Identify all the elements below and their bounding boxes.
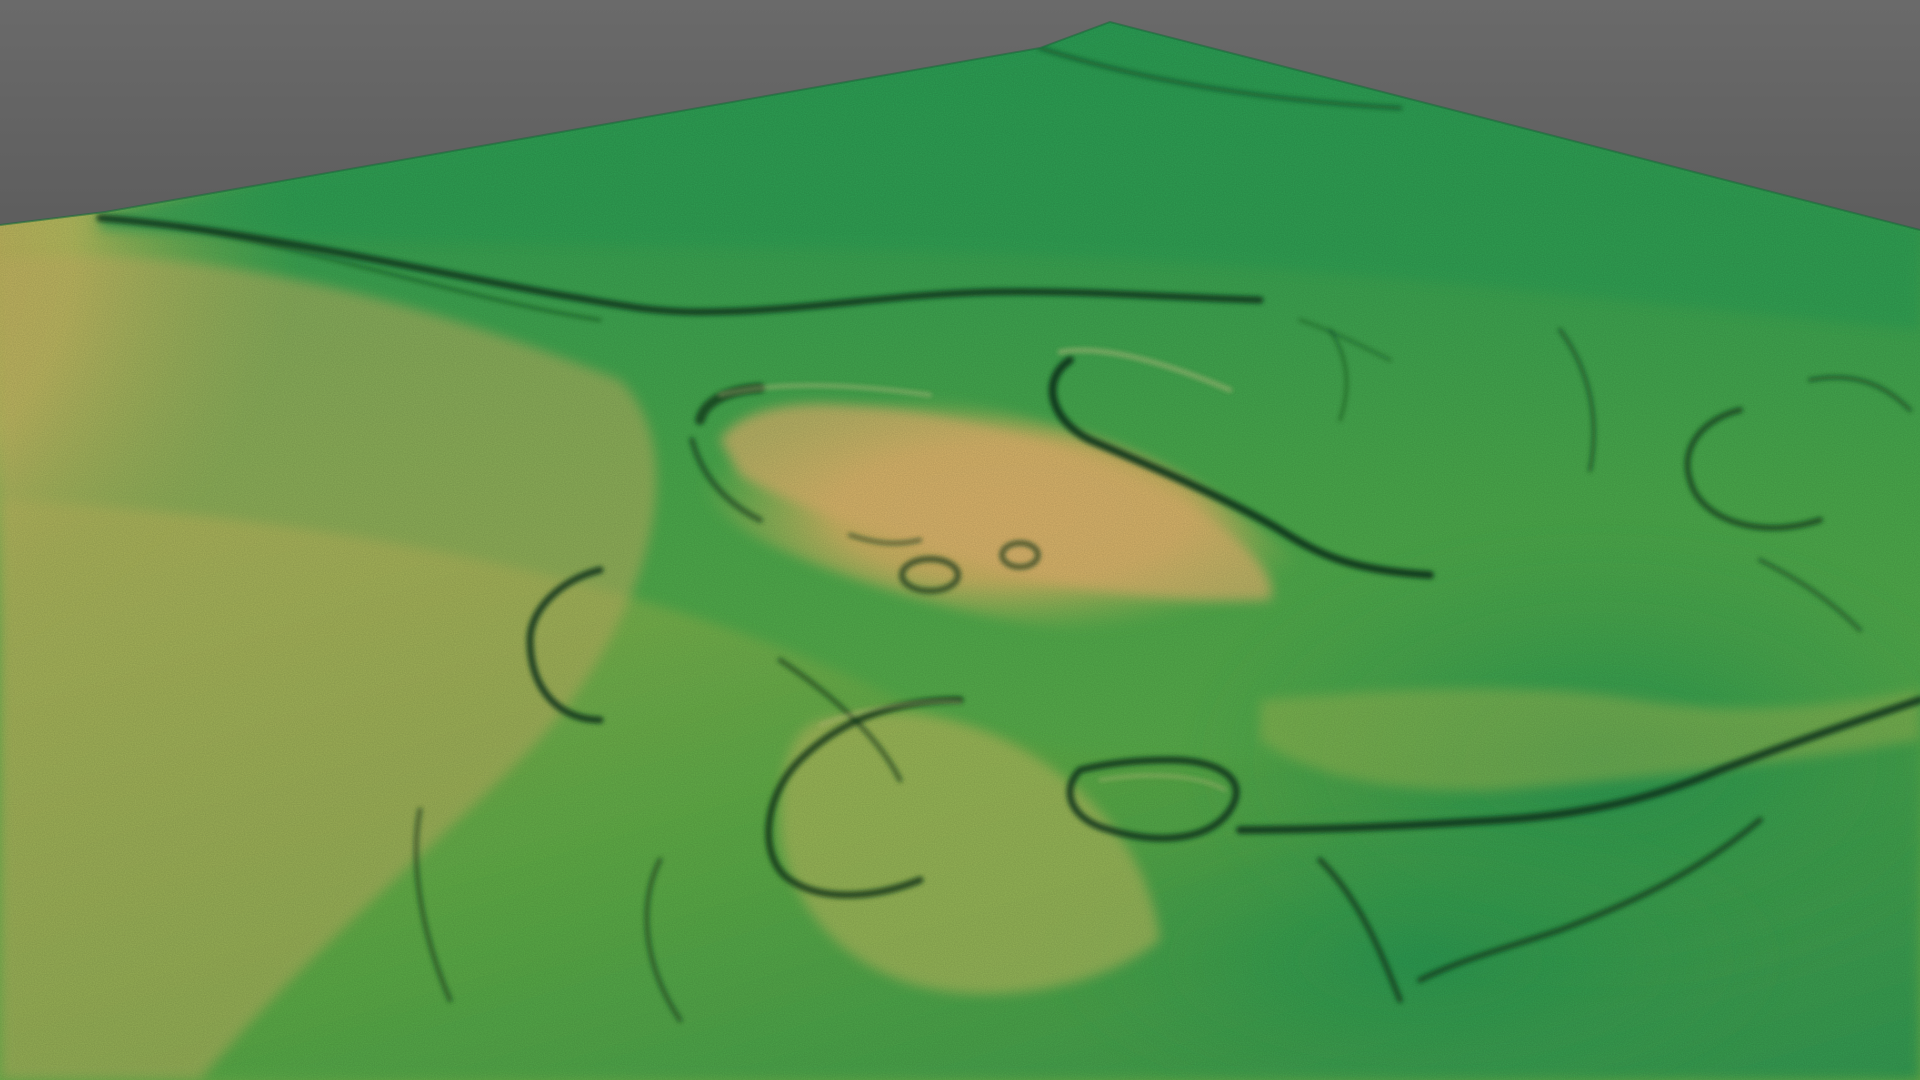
terrain-viewport[interactable] [0, 0, 1920, 1080]
terrain-plate [0, 22, 1920, 1080]
terrain-surface[interactable] [0, 0, 1920, 1080]
